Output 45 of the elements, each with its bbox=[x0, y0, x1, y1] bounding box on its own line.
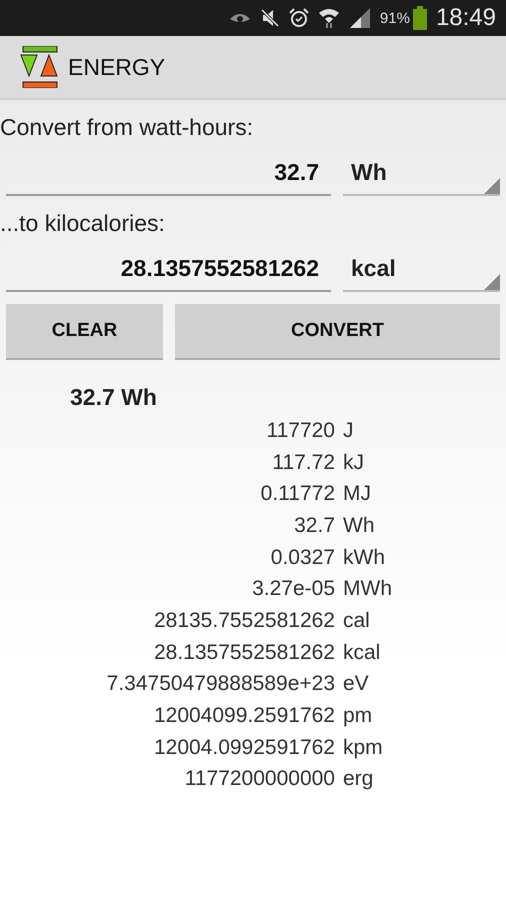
result-heading: 32.7 Wh bbox=[70, 384, 158, 411]
result-value: 3.27e-05 bbox=[251, 577, 335, 602]
result-value: 28135.7552581262 bbox=[152, 608, 335, 633]
result-unit: MWh bbox=[343, 577, 392, 602]
unit-dropdown[interactable]: kcal bbox=[343, 255, 500, 292]
result-value: 7.34750479888589e+23 bbox=[106, 672, 335, 696]
alarm-icon bbox=[288, 8, 309, 28]
clock-time: 18:49 bbox=[436, 4, 496, 32]
battery-percent: 91% bbox=[380, 10, 410, 26]
result-unit: eV bbox=[343, 672, 369, 696]
result-value: 28.1357552581262 bbox=[152, 640, 335, 665]
dropdown-corner-icon bbox=[484, 178, 500, 194]
result-unit: erg bbox=[343, 767, 374, 792]
battery-icon bbox=[412, 6, 427, 30]
result-unit: cal bbox=[343, 608, 370, 633]
number-field[interactable]: 32.7 bbox=[6, 159, 331, 196]
number-field[interactable]: 28.1357552581262 bbox=[6, 255, 331, 292]
result-unit: kcal bbox=[343, 640, 380, 665]
clear-button[interactable]: CLEAR bbox=[6, 304, 163, 360]
app-logo-icon bbox=[20, 46, 58, 88]
signal-icon bbox=[348, 7, 371, 29]
convert-button[interactable]: CONVERT bbox=[175, 304, 500, 360]
result-value: 12004.0992591762 bbox=[152, 736, 335, 760]
unit-dropdown[interactable]: Wh bbox=[343, 159, 500, 196]
result-value: 1177200000000 bbox=[184, 767, 335, 792]
result-value: 0.0327 bbox=[270, 546, 335, 570]
result-value: 117.72 bbox=[271, 450, 335, 475]
result-unit: MJ bbox=[343, 482, 371, 506]
result-unit: Wh bbox=[343, 514, 374, 538]
result-value: 32.7 bbox=[293, 514, 335, 538]
mute-icon bbox=[260, 8, 280, 28]
result-unit: kJ bbox=[343, 450, 364, 475]
wifi-icon bbox=[318, 7, 340, 29]
field-label: Convert from watt-hours: bbox=[0, 114, 254, 141]
result-value: 117720 bbox=[265, 418, 335, 443]
eye-icon bbox=[228, 11, 251, 25]
result-unit: kWh bbox=[343, 546, 385, 570]
result-unit: pm bbox=[343, 704, 372, 728]
field-label: ...to kilocalories: bbox=[0, 210, 166, 237]
result-unit: J bbox=[343, 418, 354, 443]
result-value: 12004099.2591762 bbox=[152, 704, 335, 728]
result-value: 0.11772 bbox=[260, 482, 335, 506]
result-unit: kpm bbox=[343, 736, 383, 760]
app-title: ENERGY bbox=[68, 54, 166, 80]
dropdown-corner-icon bbox=[484, 274, 500, 290]
